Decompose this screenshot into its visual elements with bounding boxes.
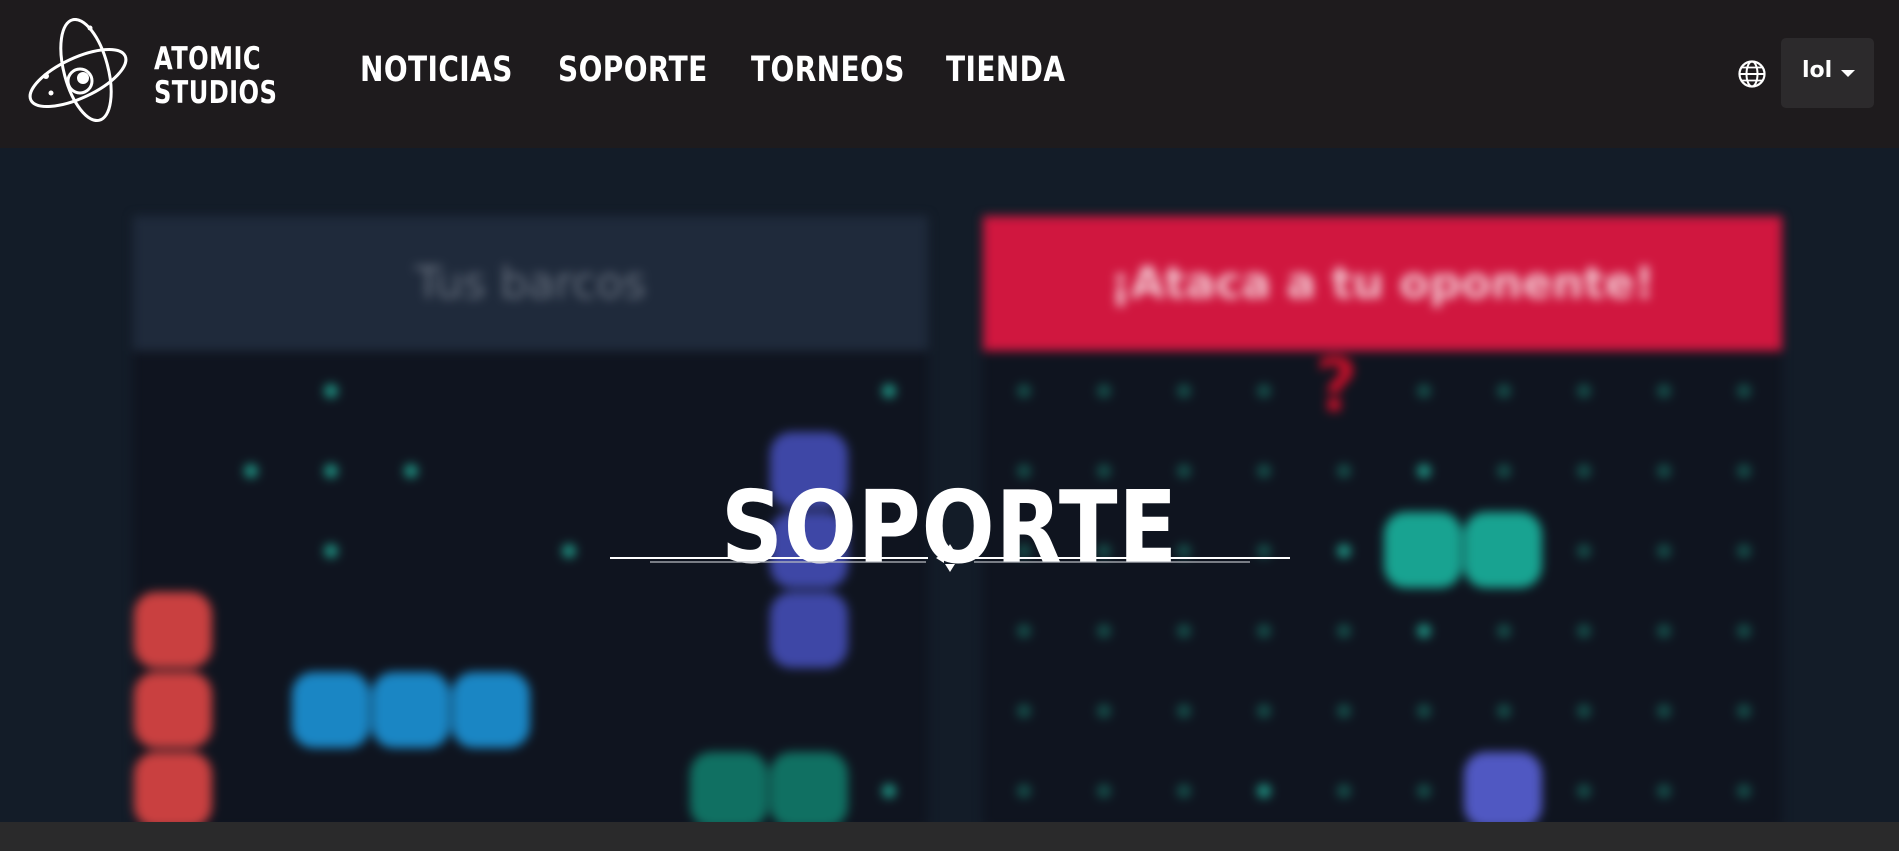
bg-grid-dot bbox=[1657, 704, 1671, 718]
bg-grid-dot bbox=[1097, 624, 1111, 638]
bg-grid-dot bbox=[1257, 784, 1271, 798]
bg-grid-dot bbox=[1017, 384, 1031, 398]
bg-ship bbox=[690, 752, 768, 822]
bg-ship bbox=[770, 592, 848, 668]
bg-grid-dot bbox=[1017, 624, 1031, 638]
bg-grid-dot bbox=[1497, 384, 1511, 398]
bg-grid-dot bbox=[1417, 624, 1431, 638]
brand-name-line2: STUDIOS bbox=[154, 75, 278, 111]
bg-question-mark: ? bbox=[1315, 343, 1358, 429]
brand-name-line1: ATOMIC bbox=[154, 41, 262, 77]
bg-ship bbox=[372, 672, 450, 748]
atom-logo-icon bbox=[28, 18, 128, 123]
nav-item-tienda[interactable]: TIENDA bbox=[946, 50, 1065, 90]
nav-item-noticias[interactable]: NOTICIAS bbox=[360, 50, 513, 90]
bg-grid-dot bbox=[1737, 624, 1751, 638]
bg-grid-dot bbox=[1737, 784, 1751, 798]
bg-grid-dot bbox=[1017, 784, 1031, 798]
bg-grid-dot bbox=[1737, 384, 1751, 398]
bg-header-attack: ¡Ataca a tu oponente! bbox=[983, 216, 1782, 351]
bg-grid-dot bbox=[1017, 704, 1031, 718]
bg-ship bbox=[452, 672, 530, 748]
bg-grid-dot bbox=[1737, 704, 1751, 718]
bg-grid-dot bbox=[1177, 784, 1191, 798]
bg-ship bbox=[134, 672, 212, 748]
bg-grid-dot bbox=[1497, 624, 1511, 638]
bg-grid-dot bbox=[1577, 704, 1591, 718]
bg-grid-dot bbox=[1337, 704, 1351, 718]
bg-grid-dot bbox=[1657, 784, 1671, 798]
bg-ship bbox=[770, 752, 848, 822]
bg-grid-dot bbox=[1097, 704, 1111, 718]
bg-grid-dot bbox=[1257, 384, 1271, 398]
bg-grid-dot bbox=[1337, 784, 1351, 798]
language-selected-label: lol bbox=[1802, 58, 1833, 83]
bg-grid-dot bbox=[882, 384, 896, 398]
bg-grid-dot bbox=[1097, 384, 1111, 398]
bg-ship bbox=[134, 592, 212, 668]
nav-item-soporte[interactable]: SOPORTE bbox=[558, 50, 708, 90]
bg-grid-dot bbox=[1577, 384, 1591, 398]
chevron-down-icon bbox=[1841, 70, 1855, 77]
bg-grid-dot bbox=[1177, 704, 1191, 718]
bg-ship bbox=[134, 752, 212, 822]
language-dropdown-button[interactable]: lol bbox=[1781, 38, 1874, 108]
bg-grid-dot bbox=[1257, 624, 1271, 638]
bg-grid-dot bbox=[1657, 624, 1671, 638]
nav-item-torneos[interactable]: TORNEOS bbox=[751, 50, 905, 90]
bg-grid-dot bbox=[1417, 784, 1431, 798]
hero-banner: Tus barcos ¡Ataca a tu oponente! ? SOPOR… bbox=[0, 148, 1899, 822]
bg-grid-dot bbox=[1657, 384, 1671, 398]
bg-grid-dot bbox=[1257, 704, 1271, 718]
bg-grid-dot bbox=[1337, 624, 1351, 638]
bg-grid-dot bbox=[882, 784, 896, 798]
bg-grid-dot bbox=[1577, 784, 1591, 798]
bg-grid-dot bbox=[1497, 704, 1511, 718]
bg-grid-dot bbox=[1577, 624, 1591, 638]
bg-header-your-ships: Tus barcos bbox=[133, 216, 928, 351]
bg-grid-dot bbox=[324, 384, 338, 398]
globe-icon[interactable] bbox=[1737, 59, 1767, 89]
bg-grid-dot bbox=[1177, 384, 1191, 398]
page-content-top-edge bbox=[0, 822, 1899, 851]
top-navbar: ATOMIC STUDIOS NOTICIAS SOPORTE TORNEOS … bbox=[0, 0, 1899, 148]
bg-grid-dot bbox=[1417, 384, 1431, 398]
bg-ship bbox=[292, 672, 370, 748]
bg-ship bbox=[1464, 752, 1542, 822]
brand-logo-link[interactable]: ATOMIC STUDIOS bbox=[28, 18, 288, 130]
ornament-cross-icon bbox=[610, 544, 1290, 572]
bg-grid-dot bbox=[1097, 784, 1111, 798]
bg-grid-dot bbox=[1417, 704, 1431, 718]
brand-name: ATOMIC STUDIOS bbox=[154, 42, 277, 110]
bg-grid-dot bbox=[1177, 624, 1191, 638]
